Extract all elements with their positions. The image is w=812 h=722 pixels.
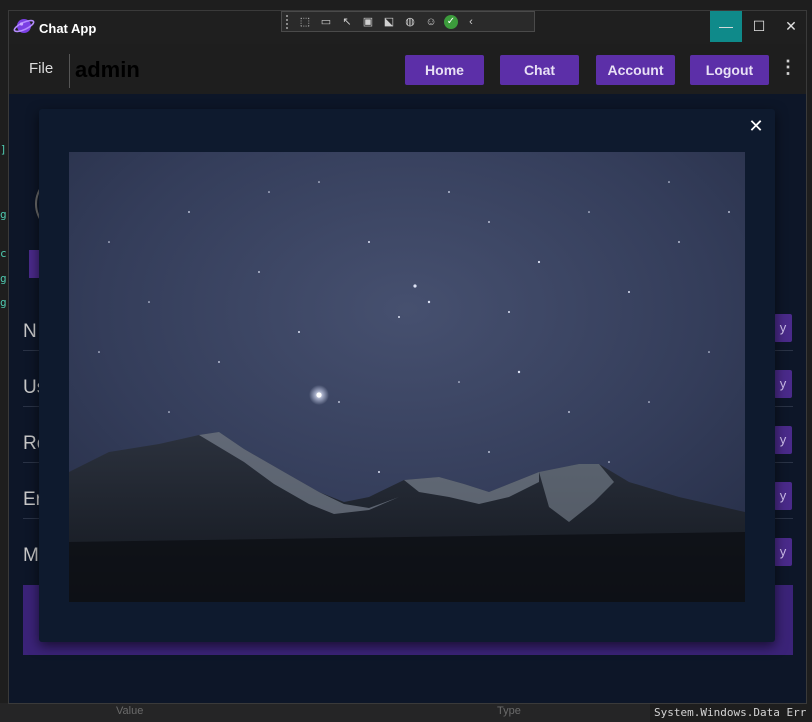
check-icon[interactable]: ✓ bbox=[444, 14, 458, 29]
nav-divider bbox=[69, 54, 70, 88]
home-button[interactable]: Home bbox=[405, 55, 484, 85]
more-options-icon[interactable]: ⋮ bbox=[779, 57, 797, 78]
minimize-button[interactable]: — bbox=[710, 11, 742, 42]
nav-bar: File admin Home Chat Account Logout ⋮ bbox=[9, 44, 806, 94]
close-window-button[interactable]: ✕ bbox=[775, 11, 807, 42]
title-bar[interactable]: Chat App ⬚ ▭ ↖ ▣ ⬕ ◍ ☺ ✓ ‹ — ☐ ✕ bbox=[9, 11, 806, 44]
chat-button[interactable]: Chat bbox=[500, 55, 579, 85]
grip-icon[interactable] bbox=[286, 14, 292, 29]
close-icon[interactable]: ✕ bbox=[745, 115, 767, 137]
select-element-icon[interactable]: ⬚ bbox=[297, 15, 313, 29]
edit-button: y bbox=[774, 482, 792, 510]
ide-background bbox=[0, 0, 8, 722]
ide-column-header-type: Type bbox=[497, 705, 521, 717]
night-sky-mountains-image bbox=[69, 152, 745, 602]
field-label: N bbox=[23, 321, 37, 342]
maximize-button[interactable]: ☐ bbox=[743, 11, 775, 42]
binding-icon[interactable]: ◍ bbox=[402, 15, 418, 29]
pointer-icon[interactable]: ↖ bbox=[339, 15, 355, 29]
video-icon[interactable]: ▭ bbox=[318, 15, 334, 29]
file-menu[interactable]: File bbox=[29, 60, 53, 77]
field-label: M bbox=[23, 545, 39, 566]
edit-button: y bbox=[774, 538, 792, 566]
accessibility-icon[interactable]: ☺ bbox=[423, 15, 439, 29]
account-button[interactable]: Account bbox=[596, 55, 675, 85]
edit-button: y bbox=[774, 370, 792, 398]
ide-output-text: System.Windows.Data Err bbox=[650, 703, 812, 722]
planet-icon bbox=[13, 19, 35, 33]
bounds-icon[interactable]: ▣ bbox=[360, 15, 376, 29]
track-focus-icon[interactable]: ⬕ bbox=[381, 15, 397, 29]
window-title: Chat App bbox=[39, 21, 97, 36]
image-preview-modal: ✕ bbox=[39, 109, 775, 642]
app-window: Chat App ⬚ ▭ ↖ ▣ ⬕ ◍ ☺ ✓ ‹ — ☐ ✕ File ad… bbox=[8, 10, 807, 704]
collapse-icon[interactable]: ‹ bbox=[463, 15, 479, 29]
ide-column-header-value: Value bbox=[116, 705, 144, 717]
logout-button[interactable]: Logout bbox=[690, 55, 769, 85]
edit-button: y bbox=[774, 426, 792, 454]
edit-button: y bbox=[774, 314, 792, 342]
xaml-debug-toolbar: ⬚ ▭ ↖ ▣ ⬕ ◍ ☺ ✓ ‹ bbox=[281, 11, 535, 32]
current-username: admin bbox=[75, 57, 140, 82]
preview-image bbox=[69, 152, 745, 602]
